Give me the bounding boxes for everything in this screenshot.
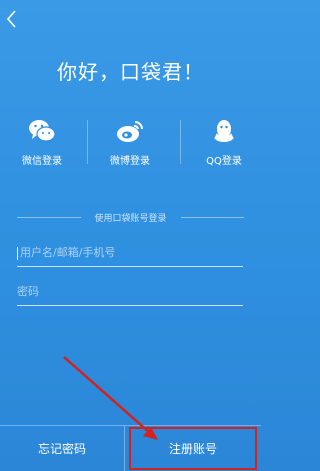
social-separator [87,120,88,164]
bottom-separator [124,426,125,471]
username-input[interactable]: 用户名/邮箱/手机号 [17,241,243,267]
divider-line [17,216,81,218]
qq-login-label: QQ登录 [206,156,242,167]
password-placeholder: 密码 [17,285,39,298]
back-arrow-icon[interactable] [4,8,20,30]
qq-icon [214,120,234,142]
weibo-login-button[interactable]: 微博登录 [95,116,165,167]
welcome-title: 你好，口袋君！ [57,60,204,84]
divider-text: 使用口袋账号登录 [94,213,167,224]
wechat-login-label: 微信登录 [22,156,62,167]
divider-line [180,216,245,218]
register-button[interactable]: 注册账号 [129,427,257,470]
weibo-login-label: 微博登录 [110,156,150,167]
account-login-divider: 使用口袋账号登录 [17,211,245,224]
text-caret [17,247,18,260]
password-input[interactable]: 密码 [17,280,243,306]
forgot-password-button[interactable]: 忘记密码 [0,426,124,471]
username-placeholder: 用户名/邮箱/手机号 [20,246,116,259]
qq-login-button[interactable]: QQ登录 [189,116,259,167]
wechat-icon [29,120,56,142]
social-login-row: 微信登录 微博登录 QQ登录 [0,116,261,172]
bottom-action-bar: 忘记密码 注册账号 [0,425,261,471]
weibo-icon [117,121,143,142]
wechat-login-button[interactable]: 微信登录 [7,116,77,167]
social-separator [180,120,181,164]
